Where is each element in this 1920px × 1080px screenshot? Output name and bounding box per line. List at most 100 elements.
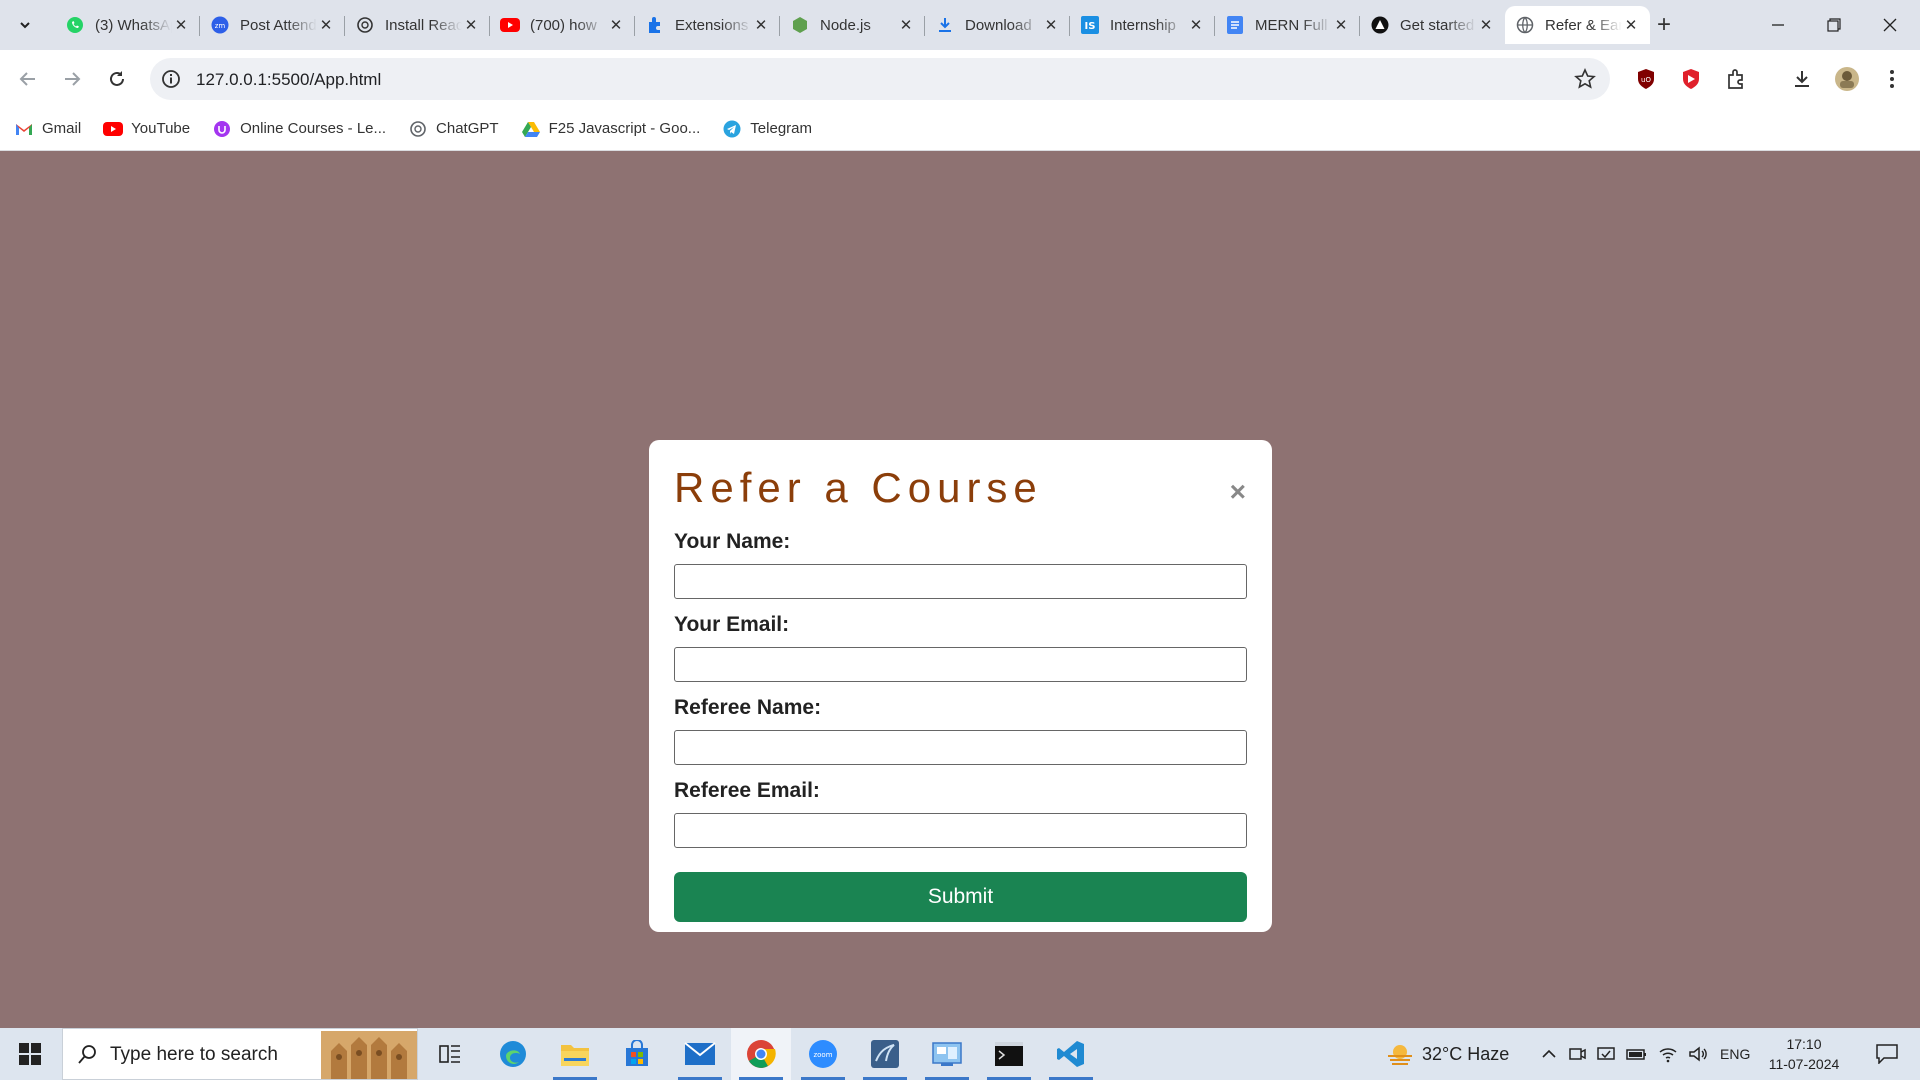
tab-close-icon[interactable]: ✕ (897, 16, 915, 34)
tab-close-icon[interactable]: ✕ (752, 16, 770, 34)
taskbar-file-explorer[interactable] (545, 1028, 605, 1080)
tab-close-icon[interactable]: ✕ (1332, 16, 1350, 34)
forward-button[interactable] (56, 63, 88, 95)
taskbar-store[interactable] (607, 1028, 667, 1080)
tab-search-button[interactable] (10, 11, 40, 39)
referral-form: Your Name: Your Email: Referee Name: Ref… (674, 530, 1247, 922)
youtube-icon (103, 119, 124, 139)
referee-email-label: Referee Email: (674, 779, 820, 802)
browser-tab[interactable]: Install React ✕ (344, 6, 490, 44)
bookmark-item[interactable]: ChatGPT (408, 119, 499, 139)
notifications-button[interactable] (1862, 1028, 1912, 1080)
taskbar-zoom[interactable]: zoom (793, 1028, 853, 1080)
downloads-button[interactable] (1788, 65, 1816, 93)
browser-tab[interactable]: Get started ✕ (1359, 6, 1505, 44)
browser-tab[interactable]: MERN Full ✕ (1214, 6, 1360, 44)
tab-title: (3) WhatsApp (95, 16, 172, 34)
site-info-icon[interactable] (160, 68, 182, 90)
taskbar-control-panel[interactable] (917, 1028, 977, 1080)
bookmark-label: F25 Javascript - Goo... (548, 120, 701, 137)
taskbar-vscode[interactable] (1041, 1028, 1101, 1080)
bookmark-star-icon[interactable] (1574, 68, 1596, 90)
volume-icon[interactable] (1688, 1045, 1708, 1063)
browser-tab[interactable]: Download ✕ (924, 6, 1070, 44)
extensions-button[interactable] (1722, 65, 1750, 93)
address-bar[interactable]: 127.0.0.1:5500/App.html (150, 58, 1610, 100)
tab-list: (3) WhatsApp✕zmPost Attendance✕Install R… (55, 6, 1650, 50)
start-button[interactable] (0, 1028, 60, 1080)
bookmark-label: ChatGPT (436, 120, 499, 137)
openai-icon (355, 15, 375, 35)
browser-tab[interactable]: Refer & Earn✕ (1505, 6, 1650, 44)
bookmark-item[interactable]: F25 Javascript - Goo... (521, 119, 701, 139)
folder-icon (561, 1045, 589, 1066)
avatar (1835, 67, 1859, 91)
bookmark-item[interactable]: Telegram (722, 119, 812, 139)
browser-tab[interactable]: (700) how ✕ (489, 6, 635, 44)
profile-avatar[interactable] (1833, 65, 1861, 93)
close-window-button[interactable] (1862, 0, 1918, 50)
globe-icon (1515, 15, 1535, 35)
tab-close-icon[interactable]: ✕ (172, 16, 190, 34)
battery-icon[interactable] (1626, 1045, 1648, 1063)
taskbar-mysql-workbench[interactable] (855, 1028, 915, 1080)
minimize-button[interactable] (1750, 0, 1806, 50)
browser-tab[interactable]: (3) WhatsApp✕ (55, 6, 200, 44)
taskbar-mail[interactable] (670, 1028, 730, 1080)
browser-tab[interactable]: IS Internship ✕ (1069, 6, 1215, 44)
restore-button[interactable] (1806, 0, 1862, 50)
ublock-icon: uO (1638, 69, 1654, 89)
meet-now-icon[interactable] (1568, 1045, 1586, 1063)
windows-logo-icon (19, 1043, 41, 1065)
clock-date: 11-07-2024 (1768, 1056, 1840, 1072)
projector-icon[interactable] (1596, 1045, 1616, 1063)
clock[interactable]: 17:10 11-07-2024 (1768, 1028, 1840, 1080)
taskbar-terminal[interactable] (979, 1028, 1039, 1080)
your-email-label: Your Email: (674, 613, 790, 636)
show-hidden-icons-chevron-icon[interactable] (1540, 1045, 1558, 1063)
reload-button[interactable] (101, 63, 133, 95)
tab-title: Get started (1400, 16, 1475, 34)
browser-tab[interactable]: Node.js ✕ (779, 6, 925, 44)
browser-tab[interactable]: Extensions ✕ (634, 6, 780, 44)
tab-close-icon[interactable]: ✕ (317, 16, 335, 34)
close-modal-button[interactable]: × (1230, 478, 1246, 506)
tab-close-icon[interactable]: ✕ (1042, 16, 1060, 34)
telegram-icon (722, 119, 742, 139)
control-panel-icon (932, 1042, 962, 1066)
edge-icon (500, 1041, 526, 1067)
your-name-input[interactable] (674, 564, 1247, 599)
task-view-button[interactable] (420, 1028, 480, 1080)
referee-email-input[interactable] (674, 813, 1247, 848)
taskbar-chrome[interactable] (731, 1028, 791, 1080)
weather-widget[interactable]: 32°C Haze (1386, 1028, 1509, 1080)
url-text[interactable]: 127.0.0.1:5500/App.html (196, 70, 381, 90)
minimize-icon (1772, 24, 1784, 26)
chrome-icon (747, 1040, 776, 1068)
tab-title: Extensions (675, 16, 749, 34)
tab-strip: (3) WhatsApp✕zmPost Attendance✕Install R… (0, 0, 1920, 50)
puzzle-icon (645, 15, 665, 35)
your-email-input[interactable] (674, 647, 1247, 682)
taskbar-search-box[interactable]: Type here to search (62, 1028, 418, 1080)
ublock-extension-button[interactable]: uO (1632, 65, 1660, 93)
bookmark-item[interactable]: Gmail (14, 119, 81, 139)
tab-close-icon[interactable]: ✕ (462, 16, 480, 34)
browser-tab[interactable]: zm Post Attendance✕ (199, 6, 345, 44)
language-indicator[interactable]: ENG (1720, 1046, 1750, 1062)
bookmark-item[interactable]: Online Courses - Le... (212, 119, 386, 139)
tab-close-icon[interactable]: ✕ (1622, 16, 1640, 34)
tab-close-icon[interactable]: ✕ (607, 16, 625, 34)
bookmark-item[interactable]: YouTube (103, 119, 190, 139)
wifi-icon[interactable] (1658, 1045, 1678, 1063)
submit-button[interactable]: Submit (674, 872, 1247, 922)
back-button[interactable] (12, 63, 44, 95)
new-tab-button[interactable]: + (1650, 11, 1678, 39)
taskbar-edge[interactable] (483, 1028, 543, 1080)
tab-close-icon[interactable]: ✕ (1187, 16, 1205, 34)
tab-close-icon[interactable]: ✕ (1477, 16, 1495, 34)
shield-extension-button[interactable] (1677, 65, 1705, 93)
weather-text: 32°C Haze (1422, 1043, 1510, 1064)
referee-name-input[interactable] (674, 730, 1247, 765)
chrome-menu-button[interactable] (1878, 65, 1906, 93)
